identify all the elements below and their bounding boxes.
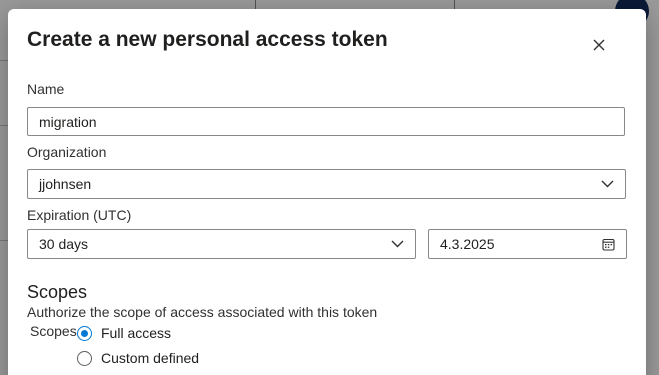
expiration-duration-select[interactable]: 30 days — [27, 229, 416, 259]
scopes-radio-group-label: Scopes — [30, 323, 77, 339]
radio-button-unchecked[interactable] — [77, 350, 92, 366]
close-icon — [593, 39, 605, 51]
scopes-description: Authorize the scope of access associated… — [27, 304, 378, 320]
radio-label-custom-defined: Custom defined — [101, 350, 200, 366]
organization-select[interactable]: jjohnsen — [27, 169, 626, 199]
scopes-heading: Scopes — [27, 282, 88, 302]
chevron-down-icon — [600, 177, 614, 191]
name-label: Name — [27, 81, 65, 97]
create-token-dialog: Create a new personal access token Name … — [8, 9, 646, 375]
radio-label-full-access: Full access — [101, 325, 172, 341]
expiration-duration-value: 30 days — [39, 236, 89, 252]
dialog-title: Create a new personal access token — [27, 28, 388, 51]
close-button[interactable] — [588, 34, 610, 56]
radio-custom-defined[interactable]: Custom defined — [77, 350, 199, 366]
radio-full-access[interactable]: Full access — [77, 325, 171, 341]
expiration-date-picker[interactable]: 4.3.2025 — [428, 229, 627, 259]
organization-label: Organization — [27, 144, 107, 160]
expiration-label: Expiration (UTC) — [27, 207, 132, 223]
organization-select-value: jjohnsen — [39, 176, 92, 192]
radio-button-checked[interactable] — [77, 325, 92, 341]
name-input[interactable] — [27, 107, 625, 136]
calendar-icon[interactable] — [601, 237, 615, 251]
expiration-date-value: 4.3.2025 — [440, 236, 495, 252]
chevron-down-icon — [390, 237, 404, 251]
